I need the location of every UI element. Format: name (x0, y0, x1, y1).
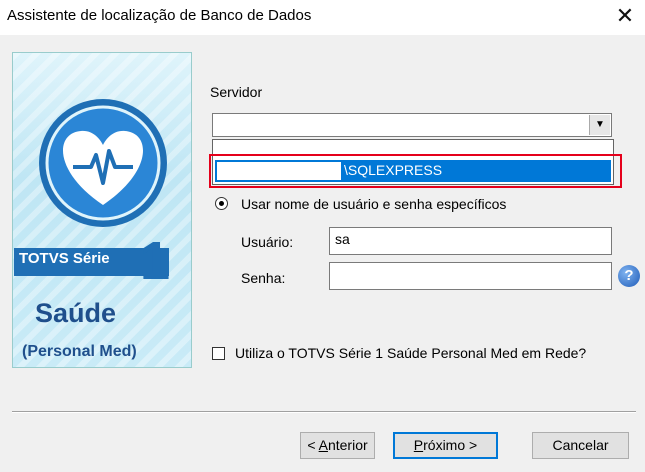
footer-divider (12, 411, 636, 413)
heart-logo-icon (39, 99, 167, 227)
servidor-combobox[interactable] (212, 113, 612, 137)
back-button-accelerator: A (318, 437, 328, 453)
senha-field[interactable] (329, 262, 612, 290)
back-button-prefix: < (307, 437, 319, 453)
series-number: 1 (140, 231, 171, 291)
back-button-label: nterior (327, 437, 368, 453)
product-edition: (Personal Med) (22, 343, 137, 360)
product-name: Saúde (35, 298, 117, 328)
next-button-label: róximo > (423, 437, 478, 453)
next-button-accelerator: P (413, 437, 424, 453)
close-icon[interactable]: ✕ (613, 4, 637, 28)
network-checkbox[interactable] (212, 347, 225, 360)
auth-radio-label: Usar nome de usuário e senha específicos (241, 196, 507, 212)
chevron-down-icon[interactable]: ▼ (589, 115, 610, 135)
cancel-button[interactable]: Cancelar (532, 432, 629, 459)
network-checkbox-label: Utiliza o TOTVS Série 1 Saúde Personal M… (235, 345, 587, 361)
radio-selected-dot (219, 201, 224, 206)
senha-label: Senha: (241, 270, 286, 286)
usuario-field[interactable]: sa (329, 227, 612, 255)
brand-name: TOTVS Série (19, 250, 110, 267)
window-title: Assistente de localização de Banco de Da… (7, 7, 312, 24)
servidor-label: Servidor (210, 84, 263, 100)
help-icon[interactable]: ? (618, 265, 640, 287)
next-button[interactable]: Próximo > (393, 432, 498, 459)
highlight-annotation-box (209, 154, 622, 188)
back-button[interactable]: < Anterior (300, 432, 375, 459)
usuario-label: Usuário: (241, 234, 294, 250)
